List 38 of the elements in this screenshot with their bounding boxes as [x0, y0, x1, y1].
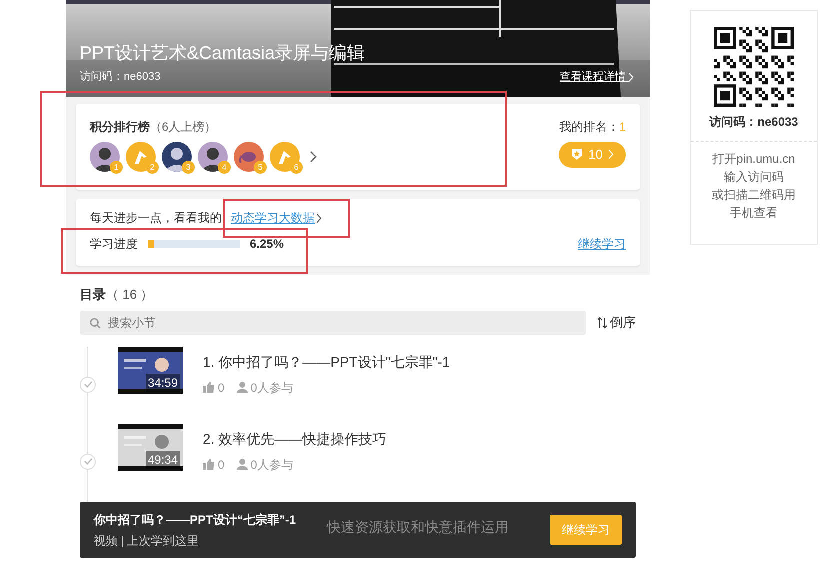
instruction-text: 打开pin.umu.cn — [712, 151, 796, 168]
resume-type: 视频 — [94, 532, 118, 550]
rank-number: 3 — [182, 161, 195, 174]
rank-number: 1 — [110, 161, 123, 174]
resume-title: 你中招了吗？——PPT设计“七宗罪”-1 — [94, 512, 296, 528]
instruction-text: 输入访问码 — [723, 169, 785, 186]
qr-access-code: 访问码：ne6033 — [708, 114, 800, 131]
learning-data-link[interactable]: 动态学习大数据 — [231, 209, 323, 227]
catalog-count: （ 16 ） — [106, 286, 154, 304]
participant-count: 0人参与 — [250, 456, 294, 474]
video-duration: 49:34 — [146, 450, 180, 468]
access-code: 访问码：ne6033 — [80, 70, 161, 85]
progress-prompt: 每天进步一点，看看我的 — [90, 210, 222, 227]
leaderboard-count: （6人上榜） — [150, 119, 217, 136]
lesson-title[interactable]: 2. 效率优先——快捷操作技巧 — [203, 428, 387, 450]
instruction-text: 或扫描二维码用 — [711, 187, 797, 204]
my-rank-label: 我的排名： — [559, 119, 620, 136]
continue-link[interactable]: 继续学习 — [578, 235, 626, 253]
progress-percent: 6.25% — [250, 236, 284, 253]
search-field[interactable]: 搜索小节 — [80, 310, 586, 334]
participant-count: 0人参与 — [250, 380, 294, 396]
instruction-text: 手机查看 — [729, 205, 779, 222]
resume-note: 上次学到这里 — [127, 532, 200, 550]
like-count: 0 — [218, 380, 225, 396]
rank-number: 2 — [146, 161, 159, 174]
rank-number: 5 — [254, 161, 267, 174]
leaderboard-title: 积分排行榜 — [90, 119, 150, 136]
rank-number: 4 — [218, 161, 231, 174]
video-duration: 34:59 — [146, 374, 180, 392]
rank-number: 6 — [290, 161, 303, 174]
sort-button[interactable]: 倒序 — [598, 312, 636, 332]
like-count: 0 — [218, 456, 225, 474]
lesson-title[interactable]: 快速资源获取和快意插件运用 — [327, 516, 509, 538]
separator: | — [121, 532, 124, 550]
progress-label: 学习进度 — [90, 236, 138, 253]
catalog-title: 目录 — [80, 286, 106, 304]
my-rank: 1 — [619, 119, 626, 136]
lesson-title[interactable]: 1. 你中招了吗？——PPT设计"七宗罪"-1 — [203, 352, 450, 372]
